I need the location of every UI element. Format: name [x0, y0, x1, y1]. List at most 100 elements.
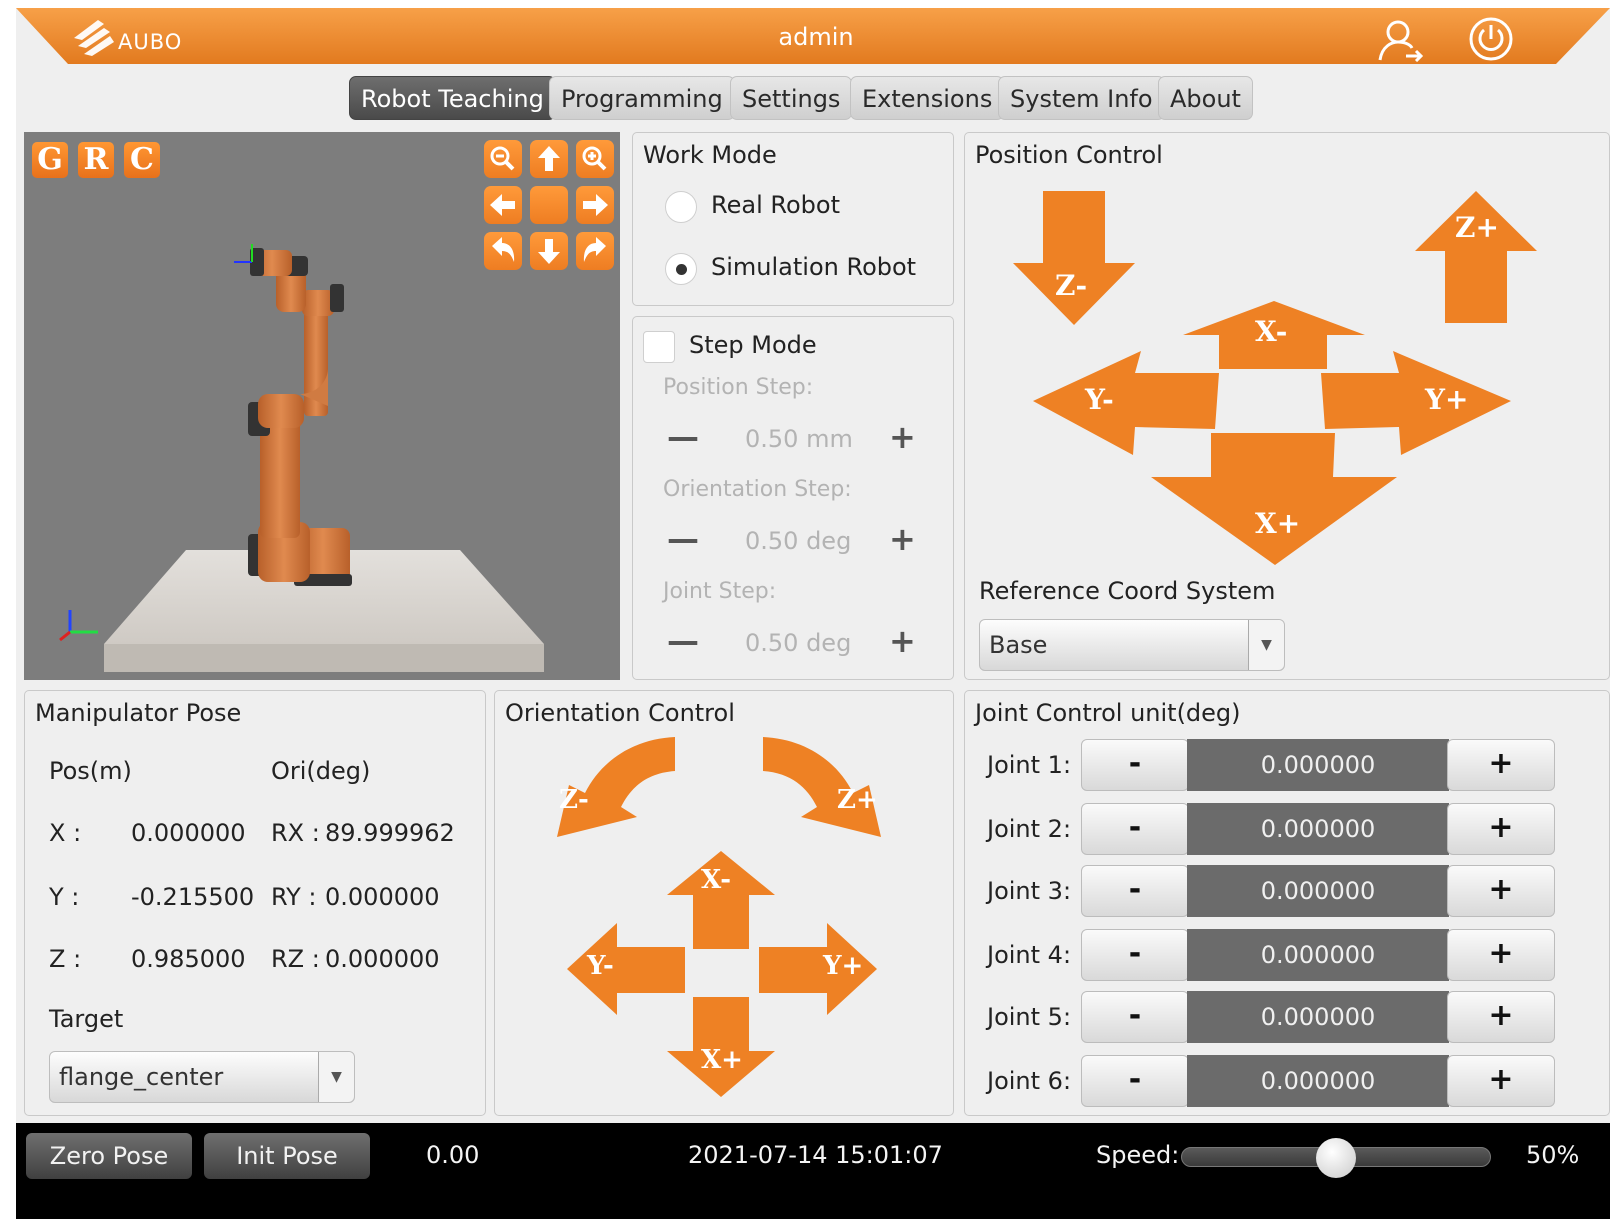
- joint-4-plus-button[interactable]: +: [1447, 929, 1555, 981]
- ori-header: Ori(deg): [271, 757, 371, 785]
- zoom-out-icon[interactable]: [484, 140, 522, 178]
- arrow-left-icon[interactable]: [484, 186, 522, 224]
- pose-x-value: 0.000000: [131, 819, 246, 847]
- ori-x-plus-label: X+: [701, 1045, 743, 1075]
- joint-step-plus[interactable]: +: [889, 625, 916, 657]
- pos-header: Pos(m): [49, 757, 132, 785]
- joint-6-minus-button[interactable]: -: [1081, 1055, 1189, 1107]
- orientation-step-minus[interactable]: —: [667, 523, 699, 555]
- tab-system-info[interactable]: System Info: [998, 76, 1165, 120]
- pos-z-plus-label: Z+: [1455, 211, 1499, 244]
- orientation-control-title: Orientation Control: [505, 699, 735, 727]
- tab-extensions[interactable]: Extensions: [850, 76, 1005, 120]
- speed-value: 50%: [1526, 1141, 1580, 1169]
- joint-4-value: 0.000000: [1187, 929, 1449, 981]
- pose-ry-value: 0.000000: [325, 883, 440, 911]
- camera-view-button[interactable]: C: [124, 142, 160, 178]
- datetime: 2021-07-14 15:01:07: [688, 1141, 943, 1169]
- speed-label: Speed:: [1096, 1141, 1180, 1169]
- rotate-right-icon[interactable]: [576, 232, 614, 270]
- ori-z-minus-label: Z-: [559, 785, 589, 815]
- chevron-down-icon[interactable]: ▼: [318, 1052, 354, 1102]
- target-select[interactable]: flange_center ▼: [49, 1051, 355, 1103]
- pos-z-minus-label: Z-: [1055, 269, 1088, 302]
- joint-1-value: 0.000000: [1187, 739, 1449, 791]
- reference-coord-label: Reference Coord System: [979, 577, 1276, 605]
- joint-3-label: Joint 3:: [987, 877, 1072, 905]
- joint-3-value: 0.000000: [1187, 865, 1449, 917]
- arrow-up-icon[interactable]: [530, 140, 568, 178]
- app-window: AUBO admin Robot Teaching Programming Se…: [16, 8, 1610, 1219]
- joint-4-minus-button[interactable]: -: [1081, 929, 1189, 981]
- joint-3-minus-button[interactable]: -: [1081, 865, 1189, 917]
- init-pose-button[interactable]: Init Pose: [204, 1133, 370, 1179]
- joint-2-minus-button[interactable]: -: [1081, 803, 1189, 855]
- ori-y-minus-label: Y-: [587, 951, 614, 981]
- simulation-robot-radio[interactable]: [665, 253, 697, 285]
- step-mode-panel: Step Mode Position Step: — 0.50 mm + Ori…: [632, 316, 954, 680]
- joint-2-value: 0.000000: [1187, 803, 1449, 855]
- pos-z-plus-button[interactable]: Z+: [1411, 189, 1541, 325]
- joint-1-plus-button[interactable]: +: [1447, 739, 1555, 791]
- tab-programming[interactable]: Programming: [549, 76, 735, 120]
- joint-2-plus-button[interactable]: +: [1447, 803, 1555, 855]
- orientation-control-panel: Orientation Control Z- Z+ X- Y- Y+ X+: [494, 690, 954, 1116]
- speed-slider-handle[interactable]: [1316, 1138, 1356, 1178]
- step-mode-checkbox[interactable]: [643, 331, 675, 363]
- tab-about[interactable]: About: [1158, 76, 1253, 120]
- pose-rz-value: 0.000000: [325, 945, 440, 973]
- pos-y-minus-label: Y-: [1085, 383, 1114, 416]
- joint-step-value: 0.50 deg: [745, 629, 852, 657]
- ori-z-plus-label: Z+: [837, 785, 878, 815]
- zero-pose-button[interactable]: Zero Pose: [26, 1133, 192, 1179]
- tab-settings[interactable]: Settings: [730, 76, 853, 120]
- pose-z-label: Z :: [49, 945, 82, 973]
- real-robot-radio[interactable]: [665, 191, 697, 223]
- chevron-down-icon[interactable]: ▼: [1248, 620, 1284, 670]
- tab-robot-teaching[interactable]: Robot Teaching: [349, 76, 556, 120]
- target-label: Target: [49, 1005, 124, 1033]
- ori-z-plus-button[interactable]: Z+: [757, 735, 887, 839]
- ori-x-minus-label: X-: [701, 865, 732, 895]
- real-robot-label[interactable]: Real Robot: [711, 191, 840, 219]
- arrow-right-icon[interactable]: [576, 186, 614, 224]
- pos-x-minus-label: X-: [1255, 315, 1288, 348]
- joint-step-label: Joint Step:: [663, 579, 777, 604]
- pos-x-plus-button[interactable]: X+: [1147, 431, 1401, 567]
- reference-coord-select[interactable]: Base ▼: [979, 619, 1285, 671]
- ori-x-plus-button[interactable]: X+: [663, 995, 779, 1099]
- position-step-plus[interactable]: +: [889, 421, 916, 453]
- global-view-button[interactable]: G: [32, 142, 68, 178]
- brand-name: AUBO: [118, 30, 183, 54]
- simulation-robot-label[interactable]: Simulation Robot: [711, 253, 916, 281]
- joint-5-value: 0.000000: [1187, 991, 1449, 1043]
- pos-z-minus-button[interactable]: Z-: [1009, 189, 1139, 327]
- robot-3d-viewport[interactable]: G R C: [24, 132, 620, 680]
- pose-z-value: 0.985000: [131, 945, 246, 973]
- center-icon[interactable]: [530, 186, 568, 224]
- position-step-minus[interactable]: —: [667, 421, 699, 453]
- joint-5-minus-button[interactable]: -: [1081, 991, 1189, 1043]
- title-bar: AUBO admin: [16, 8, 1610, 66]
- user-switch-icon[interactable]: [1376, 18, 1424, 62]
- reset-view-button[interactable]: R: [78, 142, 114, 178]
- joint-step-minus[interactable]: —: [667, 625, 699, 657]
- orientation-step-plus[interactable]: +: [889, 523, 916, 555]
- arrow-down-icon[interactable]: [530, 232, 568, 270]
- manipulator-pose-panel: Manipulator Pose Pos(m) Ori(deg) X : 0.0…: [24, 690, 486, 1116]
- joint-control-panel: Joint Control unit(deg) Joint 1: - 0.000…: [964, 690, 1610, 1116]
- joint-5-label: Joint 5:: [987, 1003, 1072, 1031]
- joint-6-plus-button[interactable]: +: [1447, 1055, 1555, 1107]
- power-icon[interactable]: [1468, 16, 1514, 62]
- pos-y-plus-label: Y+: [1425, 383, 1469, 416]
- joint-1-minus-button[interactable]: -: [1081, 739, 1189, 791]
- step-mode-label[interactable]: Step Mode: [689, 331, 817, 359]
- joint-3-plus-button[interactable]: +: [1447, 865, 1555, 917]
- joint-1-label: Joint 1:: [987, 751, 1072, 779]
- zoom-in-icon[interactable]: [576, 140, 614, 178]
- rotate-left-icon[interactable]: [484, 232, 522, 270]
- joint-5-plus-button[interactable]: +: [1447, 991, 1555, 1043]
- position-step-label: Position Step:: [663, 375, 814, 400]
- pose-rx-value: 89.999962: [325, 819, 455, 847]
- ori-z-minus-button[interactable]: Z-: [551, 735, 681, 839]
